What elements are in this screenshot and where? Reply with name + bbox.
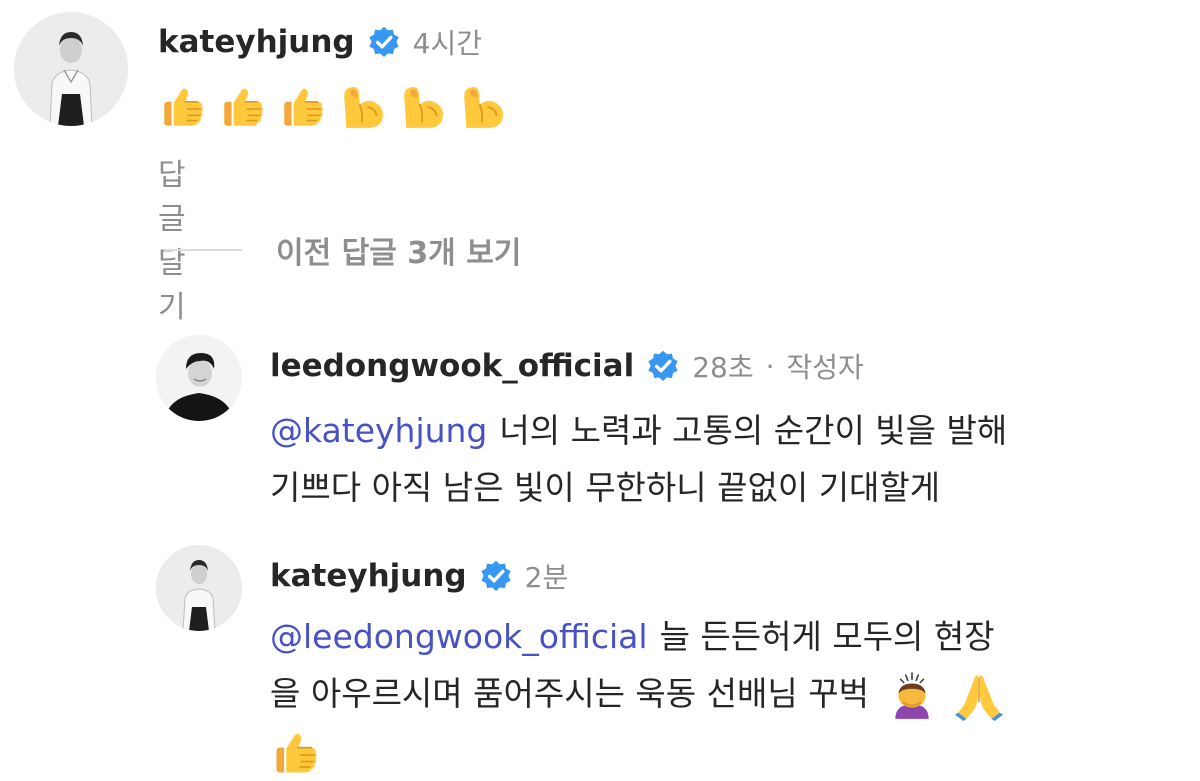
- reply-timestamp[interactable]: 2분: [525, 556, 569, 596]
- reply-text: @leedongwook_official 늘 든든허게 모두의 현장 을 아우르…: [270, 608, 1170, 779]
- reply-text-line: 을 아우르시며 품어주시는 욱동 선배님 꾸벅: [270, 665, 1170, 722]
- reply-text-line: @kateyhjung 너의 노력과 고통의 순간이 빛을 발해: [270, 402, 1170, 459]
- reply-text-content: 을 아우르시며 품어주시는 욱동 선배님 꾸벅: [270, 674, 869, 713]
- reply-text-content: 늘 든든허게 모두의 현장: [659, 617, 995, 656]
- flexed-biceps-icon: [398, 82, 448, 132]
- reply-text-content: 너의 노력과 고통의 순간이 빛을 발해: [499, 411, 1008, 450]
- person-bowing-icon: [887, 671, 937, 721]
- folded-hands-icon: [954, 671, 1004, 721]
- reply-text-line: 기쁘다 아직 남은 빛이 무한하니 끝없이 기대할게: [270, 468, 941, 507]
- avatar[interactable]: [14, 12, 128, 126]
- verified-badge-icon: [479, 559, 513, 593]
- flexed-biceps-icon: [458, 82, 508, 132]
- avatar-photo-icon: [156, 335, 242, 421]
- avatar-photo-icon: [156, 545, 242, 631]
- verified-badge-icon: [646, 349, 680, 383]
- author-tag: 작성자: [786, 351, 864, 384]
- comment-timestamp[interactable]: 4시간: [413, 22, 482, 62]
- avatar[interactable]: [156, 335, 242, 421]
- meta-separator: ·: [765, 349, 775, 383]
- comment-emoji-text: [158, 82, 508, 132]
- reply-username[interactable]: kateyhjung: [270, 558, 467, 594]
- comment-username[interactable]: kateyhjung: [158, 24, 355, 60]
- thumbs-up-icon: [270, 727, 322, 779]
- reply-text: @kateyhjung 너의 노력과 고통의 순간이 빛을 발해 기쁘다 아직 남…: [270, 402, 1170, 516]
- mention-link[interactable]: @kateyhjung: [270, 411, 487, 450]
- mention-link[interactable]: @leedongwook_official: [270, 617, 648, 656]
- avatar-photo-icon: [14, 12, 128, 126]
- thumbs-up-icon: [218, 82, 268, 132]
- view-replies-label: 이전 답글 3개 보기: [276, 236, 522, 271]
- reply-text-line: @leedongwook_official 늘 든든허게 모두의 현장: [270, 608, 1170, 665]
- replies-divider-line: [164, 249, 242, 251]
- thumbs-up-icon: [158, 82, 208, 132]
- view-previous-replies-button[interactable]: 이전 답글 3개 보기: [164, 228, 521, 272]
- avatar[interactable]: [156, 545, 242, 631]
- reply-username[interactable]: leedongwook_official: [270, 348, 634, 384]
- reply-timestamp[interactable]: 28초: [692, 346, 753, 386]
- reply-text-line: [270, 722, 1170, 779]
- thumbs-up-icon: [278, 82, 328, 132]
- flexed-biceps-icon: [338, 82, 388, 132]
- verified-badge-icon: [367, 25, 401, 59]
